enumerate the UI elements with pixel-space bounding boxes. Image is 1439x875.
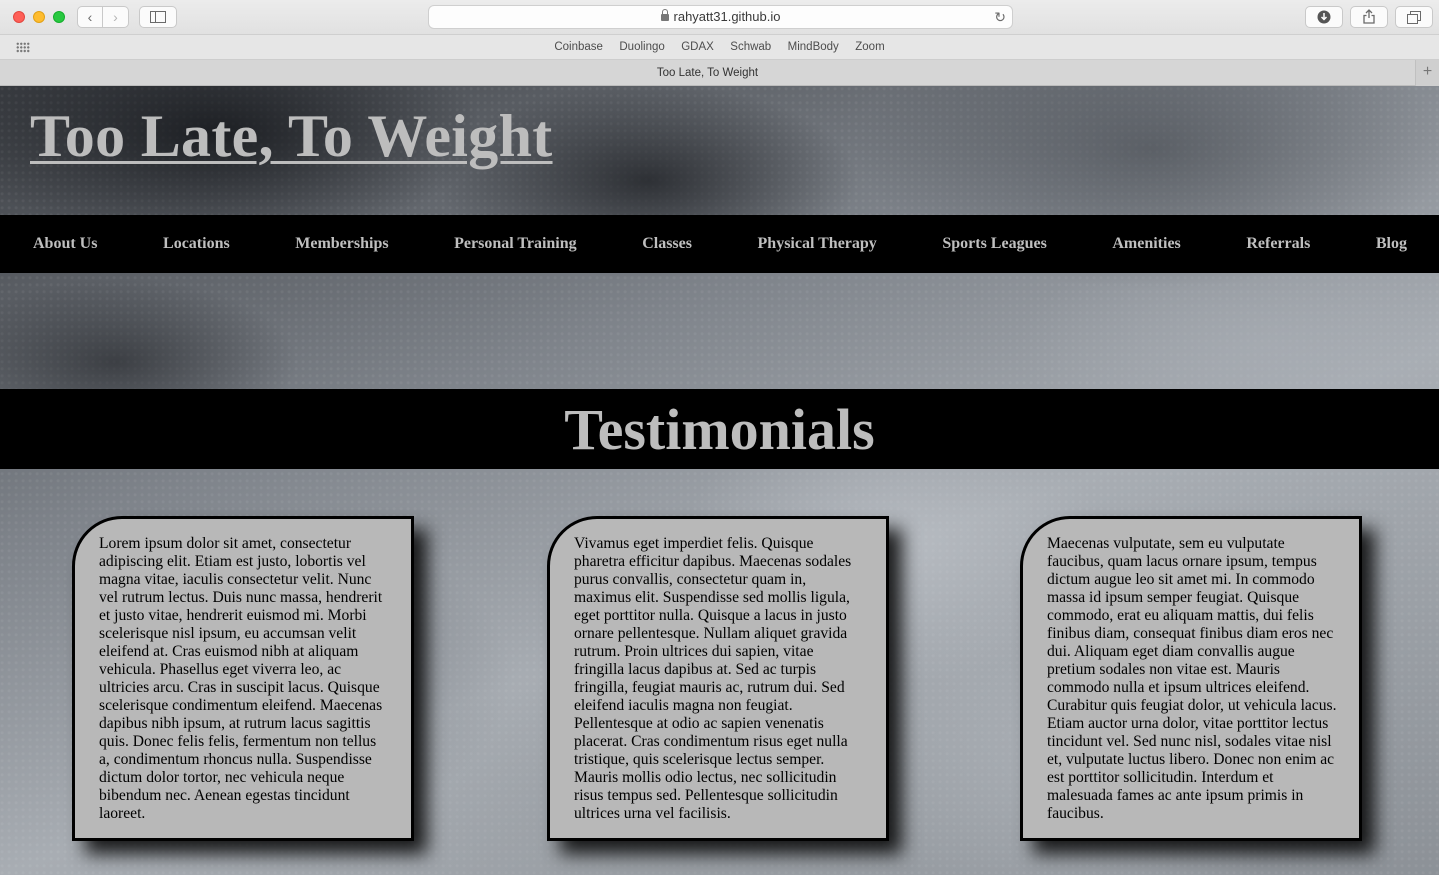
- favorite-duolingo[interactable]: Duolingo: [619, 35, 664, 60]
- address-bar[interactable]: rahyatt31.github.io ↻: [428, 5, 1013, 29]
- testimonial-text: Vivamus eget imperdiet felis. Quisque ph…: [574, 535, 852, 822]
- nav-amenities[interactable]: Amenities: [1112, 235, 1180, 253]
- nav-memberships[interactable]: Memberships: [295, 235, 388, 253]
- testimonial-text: Lorem ipsum dolor sit amet, consectetur …: [99, 535, 383, 822]
- tab-overview-button[interactable]: [1395, 6, 1433, 28]
- nav-physical-therapy[interactable]: Physical Therapy: [758, 235, 877, 253]
- favorites-list: Coinbase Duolingo GDAX Schwab MindBody Z…: [0, 35, 1439, 60]
- back-button[interactable]: ‹: [77, 6, 103, 28]
- minimize-window-button[interactable]: [33, 11, 45, 23]
- nav-referrals[interactable]: Referrals: [1246, 235, 1310, 253]
- download-icon: [1317, 10, 1331, 24]
- favorites-bar: Coinbase Duolingo GDAX Schwab MindBody Z…: [0, 35, 1439, 60]
- nav-sports-leagues[interactable]: Sports Leagues: [942, 235, 1046, 253]
- downloads-button[interactable]: [1305, 6, 1343, 28]
- nav-about-us[interactable]: About Us: [33, 235, 97, 253]
- favorite-mindbody[interactable]: MindBody: [788, 35, 839, 60]
- testimonials-banner: Testimonials: [0, 389, 1439, 469]
- reload-icon[interactable]: ↻: [994, 6, 1006, 28]
- sidebar-icon: [150, 11, 166, 23]
- favorite-gdax[interactable]: GDAX: [681, 35, 714, 60]
- close-window-button[interactable]: [13, 11, 25, 23]
- url-text: rahyatt31.github.io: [673, 9, 781, 24]
- web-page: Too Late, To Weight About Us Locations M…: [0, 86, 1439, 875]
- nav-locations[interactable]: Locations: [163, 235, 230, 253]
- tab-bar: Too Late, To Weight +: [0, 60, 1439, 86]
- lock-icon: [660, 9, 669, 21]
- plus-icon: +: [1422, 63, 1433, 80]
- browser-toolbar: ‹ › rahyatt31.github.io ↻: [0, 0, 1439, 35]
- chevron-left-icon: ‹: [87, 9, 93, 25]
- testimonial-text: Maecenas vulputate, sem eu vulputate fau…: [1047, 535, 1337, 822]
- zoom-window-button[interactable]: [53, 11, 65, 23]
- chevron-right-icon: ›: [113, 9, 118, 25]
- tabs-overview-icon: [1407, 11, 1421, 24]
- section-title: Testimonials: [564, 397, 875, 462]
- nav-classes[interactable]: Classes: [642, 235, 692, 253]
- nav-blog[interactable]: Blog: [1376, 235, 1407, 253]
- sidebar-toggle-button[interactable]: [139, 6, 177, 28]
- share-button[interactable]: [1350, 6, 1388, 28]
- share-icon: [1363, 9, 1375, 24]
- forward-button[interactable]: ›: [103, 6, 129, 28]
- favorite-coinbase[interactable]: Coinbase: [554, 35, 603, 60]
- testimonial-card: Maecenas vulputate, sem eu vulputate fau…: [1020, 516, 1362, 841]
- testimonial-card: Vivamus eget imperdiet felis. Quisque ph…: [547, 516, 889, 841]
- nav-personal-training[interactable]: Personal Training: [454, 235, 577, 253]
- favorite-schwab[interactable]: Schwab: [730, 35, 771, 60]
- new-tab-button[interactable]: +: [1415, 60, 1439, 86]
- favorite-zoom[interactable]: Zoom: [855, 35, 884, 60]
- main-nav: About Us Locations Memberships Personal …: [0, 215, 1439, 273]
- site-title-link[interactable]: Too Late, To Weight: [30, 102, 553, 171]
- active-tab[interactable]: Too Late, To Weight: [0, 60, 1415, 86]
- testimonial-card: Lorem ipsum dolor sit amet, consectetur …: [72, 516, 414, 841]
